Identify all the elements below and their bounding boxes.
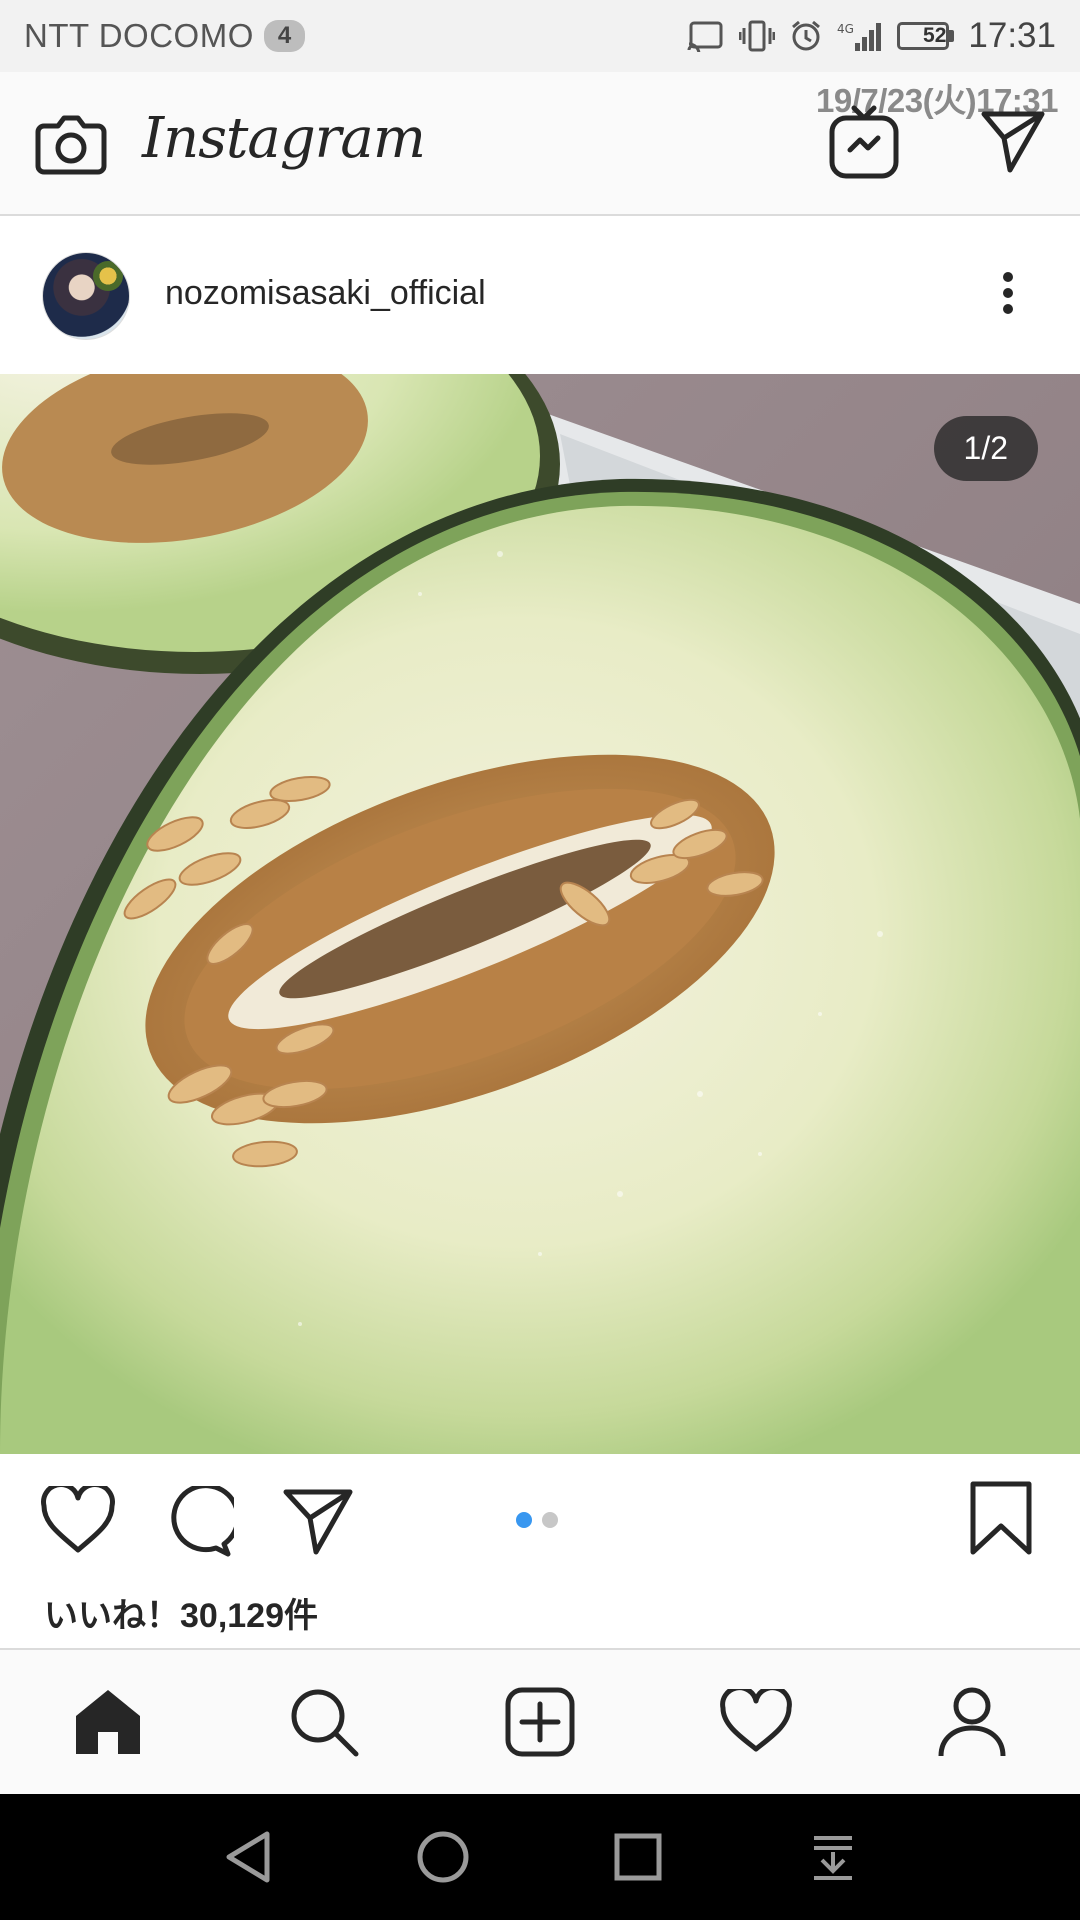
instagram-logo: Instagram <box>142 106 426 171</box>
camera-icon <box>35 115 107 175</box>
bookmark-icon <box>970 1481 1032 1555</box>
nav-activity[interactable] <box>706 1672 806 1772</box>
nav-add-post[interactable] <box>490 1672 590 1772</box>
notification-drawer-icon <box>813 1836 852 1880</box>
svg-text:4G: 4G <box>837 22 854 36</box>
carousel-dots <box>516 1512 558 1528</box>
comment-button[interactable] <box>162 1483 241 1563</box>
more-vertical-icon <box>990 272 1026 314</box>
carousel-dot-active <box>516 1512 532 1528</box>
nav-profile[interactable] <box>922 1672 1022 1772</box>
igtv-icon <box>829 105 899 179</box>
send-icon <box>283 1489 353 1555</box>
system-back-button[interactable] <box>208 1817 288 1897</box>
alarm-icon <box>789 19 823 53</box>
carrier-name: NTT DOCOMO <box>24 17 254 54</box>
app-header: 19/7/23(火)17:31 Instagram <box>0 72 1080 216</box>
melon-photo <box>0 374 1080 1454</box>
vibrate-icon <box>739 18 776 54</box>
status-icons: 4G 52 17:31 <box>687 16 1056 56</box>
share-button[interactable] <box>282 1486 354 1561</box>
battery-level: 52 <box>923 24 947 47</box>
save-button[interactable] <box>968 1480 1034 1561</box>
post-username[interactable]: nozomisasaki_official <box>165 274 486 313</box>
system-recents-button[interactable] <box>598 1817 678 1897</box>
profile-icon <box>938 1687 1006 1757</box>
notification-count-badge: 4 <box>263 20 306 52</box>
like-button[interactable] <box>40 1482 116 1561</box>
direct-message-icon <box>981 111 1045 173</box>
back-icon <box>226 1831 269 1883</box>
add-post-icon <box>505 1687 575 1757</box>
carousel-dot <box>542 1512 558 1528</box>
carousel-page-indicator: 1/2 <box>933 416 1038 481</box>
comment-icon <box>171 1483 241 1557</box>
igtv-button[interactable] <box>828 104 900 185</box>
post-actions: いいね！30,129件 <box>0 1454 1080 1635</box>
system-notification-drawer-button[interactable] <box>793 1817 873 1897</box>
recents-icon <box>614 1833 661 1881</box>
status-bar: NTT DOCOMO 4 4G 52 17:31 <box>0 0 1080 72</box>
nav-search[interactable] <box>274 1672 374 1772</box>
bottom-navigation <box>0 1648 1080 1794</box>
status-time: 17:31 <box>968 16 1056 55</box>
home-icon <box>76 1690 140 1754</box>
search-icon <box>291 1689 359 1757</box>
activity-heart-icon <box>720 1689 792 1752</box>
post-header: nozomisasaki_official <box>0 218 1080 374</box>
camera-button[interactable] <box>34 112 108 183</box>
nav-home[interactable] <box>58 1672 158 1772</box>
heart-icon <box>41 1482 115 1553</box>
signal-icon: 4G <box>837 19 883 53</box>
system-home-button[interactable] <box>403 1817 483 1897</box>
battery-icon: 52 <box>897 22 955 50</box>
home-circle-icon <box>417 1831 468 1883</box>
more-options-button[interactable] <box>990 266 1026 326</box>
avatar[interactable] <box>42 252 130 340</box>
direct-message-button[interactable] <box>980 108 1046 179</box>
likes-count[interactable]: いいね！30,129件 <box>44 1588 318 1637</box>
cast-icon <box>687 20 725 52</box>
system-navigation-bar <box>0 1794 1080 1920</box>
post-image[interactable]: 1/2 <box>0 374 1080 1454</box>
